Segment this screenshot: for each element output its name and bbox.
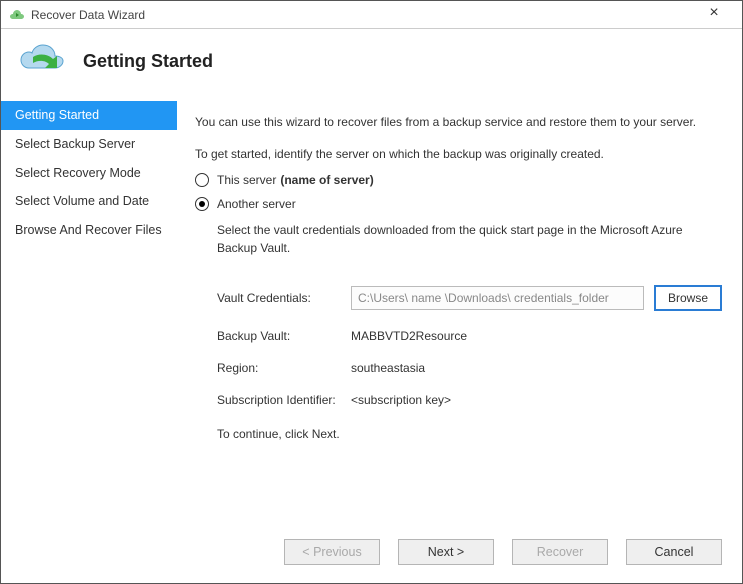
- row-subscription: Subscription Identifier: <subscription k…: [217, 393, 722, 407]
- step-getting-started[interactable]: Getting Started: [1, 101, 177, 130]
- radio-icon: [195, 173, 209, 187]
- radio-this-suffix: (name of server): [280, 173, 373, 187]
- next-button[interactable]: Next >: [398, 539, 494, 565]
- window-title: Recover Data Wizard: [31, 8, 694, 22]
- step-select-backup-server[interactable]: Select Backup Server: [1, 130, 177, 159]
- cancel-button[interactable]: Cancel: [626, 539, 722, 565]
- row-backup-vault: Backup Vault: MABBVTD2Resource: [217, 329, 722, 343]
- close-button[interactable]: ×: [694, 1, 734, 29]
- vault-instruction: Select the vault credentials downloaded …: [217, 221, 722, 257]
- wizard-steps-sidebar: Getting Started Select Backup Server Sel…: [1, 99, 177, 579]
- step-browse-recover-files[interactable]: Browse And Recover Files: [1, 216, 177, 245]
- radio-another-server[interactable]: Another server: [195, 197, 722, 211]
- subscription-value: <subscription key>: [351, 393, 451, 407]
- previous-button: < Previous: [284, 539, 380, 565]
- wizard-content: You can use this wizard to recover files…: [177, 99, 742, 579]
- radio-another-label: Another server: [217, 197, 296, 211]
- wizard-footer-buttons: < Previous Next > Recover Cancel: [284, 539, 722, 565]
- radio-this-label: This server: [217, 173, 276, 187]
- browse-button[interactable]: Browse: [654, 285, 722, 311]
- row-region: Region: southeastasia: [217, 361, 722, 375]
- step-select-volume-date[interactable]: Select Volume and Date: [1, 187, 177, 216]
- page-title: Getting Started: [83, 51, 213, 72]
- region-value: southeastasia: [351, 361, 425, 375]
- app-icon: [9, 7, 25, 23]
- recover-button: Recover: [512, 539, 608, 565]
- step-select-recovery-mode[interactable]: Select Recovery Mode: [1, 159, 177, 188]
- region-label: Region:: [217, 361, 351, 375]
- row-vault-credentials: Vault Credentials: Browse: [217, 285, 722, 311]
- radio-icon: [195, 197, 209, 211]
- backup-vault-label: Backup Vault:: [217, 329, 351, 343]
- wizard-header: Getting Started: [1, 29, 742, 99]
- cloud-recover-icon: [13, 41, 69, 81]
- continue-text: To continue, click Next.: [217, 425, 722, 443]
- titlebar: Recover Data Wizard ×: [1, 1, 742, 29]
- backup-vault-value: MABBVTD2Resource: [351, 329, 467, 343]
- vault-credentials-label: Vault Credentials:: [217, 291, 351, 305]
- radio-this-server[interactable]: This server (name of server): [195, 173, 722, 187]
- subscription-label: Subscription Identifier:: [217, 393, 351, 407]
- intro-text-1: You can use this wizard to recover files…: [195, 113, 722, 131]
- intro-text-2: To get started, identify the server on w…: [195, 145, 722, 163]
- vault-credentials-input[interactable]: [351, 286, 644, 310]
